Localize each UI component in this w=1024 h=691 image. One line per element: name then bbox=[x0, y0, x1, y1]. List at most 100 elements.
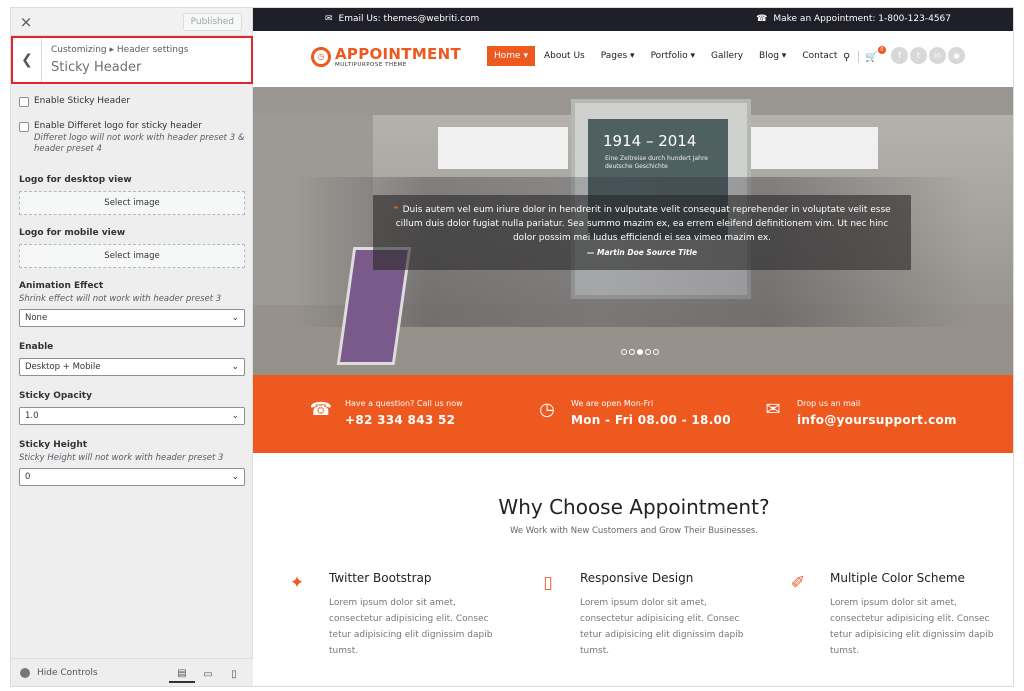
enable-select[interactable]: Desktop + Mobile ⌄ bbox=[19, 358, 245, 376]
topbar-appointment: ☎ Make an Appointment: 1-800-123-4567 bbox=[756, 14, 951, 24]
slider-dot[interactable] bbox=[629, 349, 635, 355]
enable-sticky-row[interactable]: Enable Sticky Header bbox=[19, 96, 245, 107]
breadcrumb: Customizing ▸ Header settings bbox=[51, 45, 189, 55]
search-icon[interactable]: ⚲ bbox=[843, 52, 850, 63]
hero-sign-year: 1914 – 2014 bbox=[603, 132, 697, 150]
quote-author: — Martin Doe Source Title bbox=[586, 248, 698, 257]
logo-title: APPOINTMENT bbox=[335, 45, 461, 63]
device-preview-toggles: ▤ ▭ ▯ bbox=[169, 665, 247, 683]
quote-text: Duis autem vel eum iriure dolor in hendr… bbox=[395, 205, 891, 243]
customizer-sidebar: × Published ❮ Customizing ▸ Header setti… bbox=[11, 8, 253, 686]
envelope-icon: ✉ bbox=[765, 399, 781, 420]
sidebar-controls: Enable Sticky Header Enable Differet log… bbox=[19, 96, 245, 501]
back-arrow-icon[interactable]: ❮ bbox=[13, 38, 42, 82]
enable-label: Enable bbox=[19, 342, 54, 352]
different-logo-label: Enable Differet logo for sticky header bbox=[34, 121, 202, 131]
cart-count-badge: 0 bbox=[877, 46, 886, 54]
phone-icon: ☎ bbox=[756, 14, 768, 24]
menu-item-contact[interactable]: Contact bbox=[795, 46, 844, 66]
info-hours-label: We are open Mon-Fri bbox=[571, 399, 654, 408]
info-call: ☎ Have a question? Call us now +82 334 8… bbox=[309, 399, 463, 427]
twitter-icon[interactable]: t bbox=[910, 47, 927, 64]
desktop-icon[interactable]: ▤ bbox=[169, 665, 195, 683]
hero-exhibit-board bbox=[748, 127, 878, 169]
slider-dot-active[interactable] bbox=[637, 349, 643, 355]
enable-sticky-label: Enable Sticky Header bbox=[34, 96, 131, 106]
info-call-text: Have a question? Call us now +82 334 843… bbox=[345, 399, 463, 427]
feature-text: Lorem ipsum dolor sit amet, consectetur … bbox=[580, 598, 744, 656]
info-hours: ◷ We are open Mon-Fri Mon - Fri 08.00 - … bbox=[535, 399, 731, 427]
mobile-icon: ▯ bbox=[543, 573, 553, 593]
enable-select-value: Desktop + Mobile bbox=[25, 362, 101, 372]
menu-item-blog[interactable]: Blog ▾ bbox=[752, 46, 793, 66]
opacity-select[interactable]: 1.0 ⌄ bbox=[19, 407, 245, 425]
site-preview: ✉ Email Us: themes@webriti.com ☎ Make an… bbox=[253, 8, 1013, 686]
instagram-icon[interactable]: ◉ bbox=[948, 47, 965, 64]
logo-mobile-select-button[interactable]: Select image bbox=[19, 244, 245, 268]
topbar-email: ✉ Email Us: themes@webriti.com bbox=[325, 14, 479, 24]
chevron-down-icon: ⌄ bbox=[231, 362, 239, 372]
info-mail: ✉ Drop us an mail info@yoursupport.com bbox=[761, 399, 957, 427]
hero-exhibit-board bbox=[438, 127, 568, 169]
nav-tools: ⚲ 🛒 0 bbox=[843, 46, 886, 63]
logo-desktop-select-button[interactable]: Select image bbox=[19, 191, 245, 215]
feature-title: Multiple Color Scheme bbox=[830, 571, 965, 585]
hero-quote: ❝ Duis autem vel eum iriure dolor in hend… bbox=[373, 195, 911, 270]
info-hours-text: We are open Mon-Fri Mon - Fri 08.00 - 18… bbox=[571, 399, 731, 427]
site-logo[interactable]: ◷ APPOINTMENT MULTIPURPOSE THEME bbox=[311, 45, 461, 68]
feature-text: Lorem ipsum dolor sit amet, consectetur … bbox=[329, 598, 493, 656]
topbar-email-text: Email Us: themes@webriti.com bbox=[338, 14, 480, 24]
main-menu: Home ▾ About Us Pages ▾ Portfolio ▾ Gall… bbox=[487, 46, 846, 66]
social-links: f t in ◉ bbox=[891, 47, 967, 64]
opacity-label: Sticky Opacity bbox=[19, 391, 92, 401]
enable-sticky-checkbox[interactable] bbox=[19, 97, 29, 107]
phone-icon: ☎ bbox=[309, 399, 333, 420]
slider-dot[interactable] bbox=[621, 349, 627, 355]
hide-controls-label: Hide Controls bbox=[37, 668, 98, 678]
height-desc: Sticky Height will not work with header … bbox=[19, 453, 224, 463]
height-label: Sticky Height bbox=[19, 440, 88, 450]
feature-title: Responsive Design bbox=[580, 571, 694, 585]
cart-icon[interactable]: 🛒 bbox=[865, 52, 877, 63]
hero-slider: 1914 – 2014 Eine Zeitreise durch hundert… bbox=[253, 87, 1013, 375]
animation-select[interactable]: None ⌄ bbox=[19, 309, 245, 327]
menu-item-portfolio[interactable]: Portfolio ▾ bbox=[644, 46, 702, 66]
chevron-down-icon: ⌄ bbox=[231, 411, 239, 421]
height-select-value: 0 bbox=[25, 472, 31, 482]
sidebar-top-bar: × Published bbox=[11, 8, 252, 36]
different-logo-desc: Differet logo will not work with header … bbox=[34, 133, 245, 154]
facebook-icon[interactable]: f bbox=[891, 47, 908, 64]
close-icon[interactable]: × bbox=[11, 8, 41, 36]
different-logo-checkbox[interactable] bbox=[19, 122, 29, 132]
contact-info-bar: ☎ Have a question? Call us now +82 334 8… bbox=[253, 375, 1013, 453]
section-title: Sticky Header bbox=[51, 60, 142, 75]
chevron-down-icon: ⌄ bbox=[231, 472, 239, 482]
slider-dot[interactable] bbox=[645, 349, 651, 355]
menu-item-home[interactable]: Home ▾ bbox=[487, 46, 535, 66]
hide-controls-button[interactable]: Hide Controls bbox=[20, 668, 98, 678]
menu-item-gallery[interactable]: Gallery bbox=[704, 46, 750, 66]
linkedin-icon[interactable]: in bbox=[929, 47, 946, 64]
logo-desktop-label: Logo for desktop view bbox=[19, 175, 132, 185]
slider-dots bbox=[621, 349, 661, 355]
menu-item-pages[interactable]: Pages ▾ bbox=[594, 46, 642, 66]
mobile-icon[interactable]: ▯ bbox=[221, 665, 247, 683]
info-hours-value: Mon - Fri 08.00 - 18.00 bbox=[571, 413, 731, 427]
paintbrush-icon: ✐ bbox=[790, 573, 806, 593]
hero-sign-tagline: Eine Zeitreise durch hundert Jahre deuts… bbox=[605, 155, 708, 170]
site-navbar: ◷ APPOINTMENT MULTIPURPOSE THEME Home ▾ … bbox=[253, 31, 1013, 87]
published-button[interactable]: Published bbox=[182, 13, 242, 31]
chevron-down-icon: ⌄ bbox=[231, 313, 239, 323]
animation-desc: Shrink effect will not work with header … bbox=[19, 294, 222, 304]
height-select[interactable]: 0 ⌄ bbox=[19, 468, 245, 486]
topbar-appointment-text: Make an Appointment: 1-800-123-4567 bbox=[773, 14, 951, 24]
different-logo-row[interactable]: Enable Differet logo for sticky header D… bbox=[19, 121, 245, 155]
tablet-icon[interactable]: ▭ bbox=[195, 665, 221, 683]
feature-responsive-design: ▯ Responsive Design Lorem ipsum dolor si… bbox=[543, 571, 760, 659]
feature-title: Twitter Bootstrap bbox=[329, 571, 432, 585]
customizer-window: × Published ❮ Customizing ▸ Header setti… bbox=[10, 7, 1014, 687]
slider-dot[interactable] bbox=[653, 349, 659, 355]
different-logo-text: Enable Differet logo for sticky header D… bbox=[34, 121, 245, 155]
menu-item-about[interactable]: About Us bbox=[537, 46, 592, 66]
feature-twitter-bootstrap: ✦ Twitter Bootstrap Lorem ipsum dolor si… bbox=[290, 571, 509, 659]
